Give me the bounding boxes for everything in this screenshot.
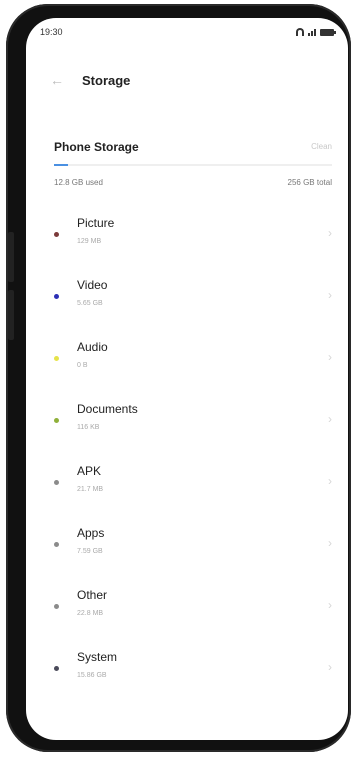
category-dot	[54, 294, 59, 299]
category-dot	[54, 356, 59, 361]
status-icons	[296, 28, 336, 36]
chevron-right-icon: ›	[328, 350, 332, 364]
category-dot	[54, 604, 59, 609]
volume-up-button	[8, 232, 14, 282]
storage-usage-bar	[54, 164, 332, 166]
battery-icon	[320, 28, 336, 36]
chevron-right-icon: ›	[328, 226, 332, 240]
category-size: 5.65 GB	[77, 300, 103, 307]
chevron-right-icon: ›	[328, 660, 332, 674]
volume-down-button	[8, 290, 14, 340]
signal-icon	[308, 28, 316, 36]
category-dot	[54, 542, 59, 547]
category-size: 129 MB	[77, 238, 102, 245]
category-size: 0 B	[77, 362, 88, 369]
header: ← Storage	[26, 66, 348, 94]
back-arrow-icon[interactable]: ←	[50, 73, 64, 87]
category-size: 22.8 MB	[77, 610, 104, 617]
category-size: 15.86 GB	[77, 672, 107, 679]
category-name: Video	[77, 278, 108, 292]
chevron-right-icon: ›	[328, 598, 332, 612]
category-name: Audio	[77, 340, 108, 354]
phone-storage-title: Phone Storage	[54, 140, 139, 154]
screen: 19:30 ← Storage Phone Storage Clean 12.8…	[26, 18, 348, 740]
list-item[interactable]: System 15.86 GB ›	[26, 642, 348, 704]
status-time: 19:30	[40, 27, 63, 37]
storage-total-text: 256 GB total	[287, 178, 332, 187]
category-size: 7.59 GB	[77, 548, 103, 555]
page-title: Storage	[82, 72, 131, 88]
category-name: APK	[77, 464, 102, 478]
category-dot	[54, 418, 59, 423]
list-item[interactable]: Apps 7.59 GB ›	[26, 518, 348, 580]
category-dot	[54, 666, 59, 671]
chevron-right-icon: ›	[328, 474, 332, 488]
list-item[interactable]: Video 5.65 GB ›	[26, 270, 348, 332]
storage-category-list: Picture 129 MB › Video 5.65 GB › Audio 0…	[26, 208, 348, 704]
list-item[interactable]: Documents 116 KB ›	[26, 394, 348, 456]
storage-used-text: 12.8 GB used	[54, 178, 103, 187]
clean-button[interactable]: Clean	[311, 142, 332, 151]
category-dot	[54, 480, 59, 485]
category-size: 116 KB	[77, 424, 100, 431]
phone-frame: 19:30 ← Storage Phone Storage Clean 12.8…	[6, 4, 351, 752]
list-item[interactable]: Picture 129 MB ›	[26, 208, 348, 270]
category-name: System	[77, 650, 118, 664]
category-dot	[54, 232, 59, 237]
category-name: Apps	[77, 526, 105, 540]
chevron-right-icon: ›	[328, 288, 332, 302]
list-item[interactable]: Other 22.8 MB ›	[26, 580, 348, 642]
category-size: 21.7 MB	[77, 486, 104, 493]
category-name: Picture	[77, 216, 115, 230]
chevron-right-icon: ›	[328, 536, 332, 550]
list-item[interactable]: Audio 0 B ›	[26, 332, 348, 394]
chevron-right-icon: ›	[328, 412, 332, 426]
list-item[interactable]: APK 21.7 MB ›	[26, 456, 348, 518]
status-bar: 19:30	[26, 18, 348, 46]
category-name: Other	[77, 588, 108, 602]
storage-usage-fill	[54, 164, 68, 166]
category-name: Documents	[77, 402, 138, 416]
wifi-icon	[296, 28, 304, 36]
